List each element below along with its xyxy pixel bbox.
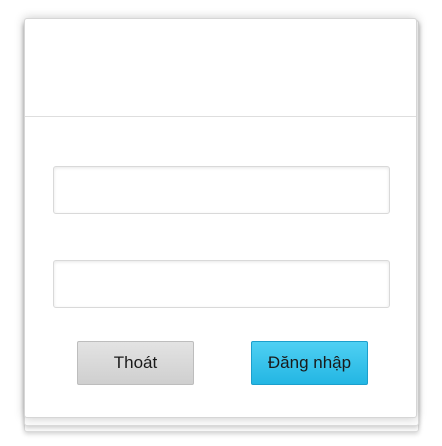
username-field[interactable] xyxy=(53,166,390,214)
exit-button[interactable]: Thoát xyxy=(77,341,194,385)
login-panel: Thoát Đăng nhập xyxy=(24,18,417,418)
login-button[interactable]: Đăng nhập xyxy=(251,341,368,385)
login-panel-header xyxy=(25,19,416,117)
password-field[interactable] xyxy=(53,260,390,308)
